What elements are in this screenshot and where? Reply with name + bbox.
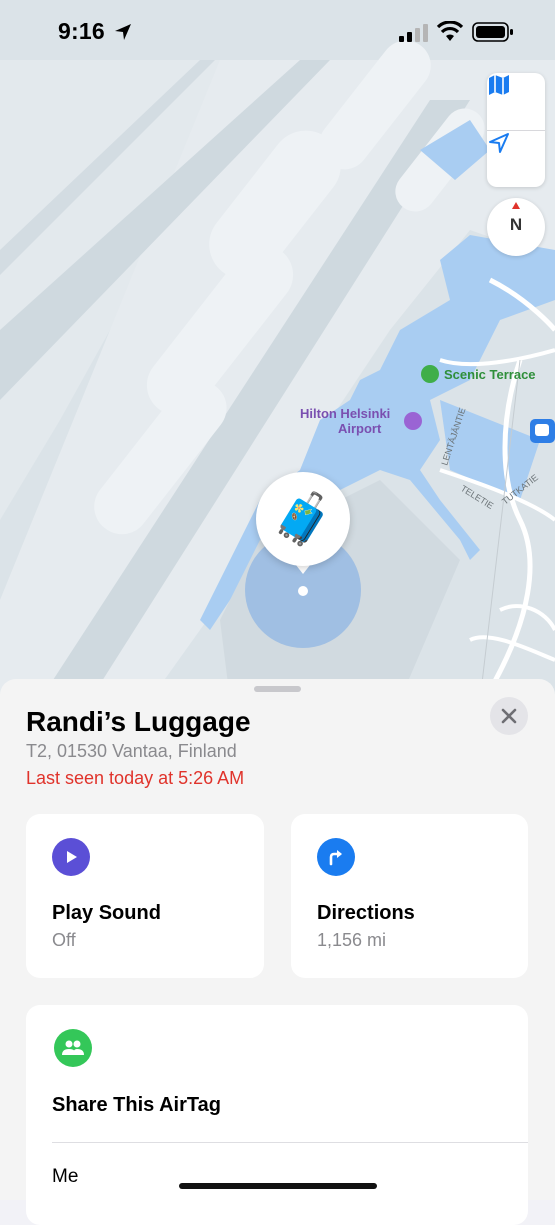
play-sound-label: Play Sound — [52, 902, 161, 924]
location-arrow-icon — [489, 133, 509, 153]
map-icon — [489, 75, 509, 95]
item-detail-sheet: Randi’s Luggage T2, 01530 Vantaa, Finlan… — [0, 679, 555, 1225]
play-sound-status: Off — [52, 930, 76, 950]
share-airtag-button[interactable]: Share This AirTag — [52, 1094, 221, 1117]
compass-north-tick — [512, 202, 520, 209]
people-icon — [54, 1029, 92, 1067]
poi-label-hilton[interactable]: Hilton Helsinki Airport — [300, 406, 390, 436]
item-address: T2, 01530 Vantaa, Finland — [26, 741, 237, 761]
shared-person-me[interactable]: Me — [52, 1166, 78, 1188]
luggage-icon: 🧳 — [271, 490, 335, 547]
share-airtag-card: Share This AirTag Me — [26, 1005, 528, 1225]
directions-button[interactable]: Directions 1,156 mi — [291, 814, 528, 978]
item-title: Randi’s Luggage — [26, 706, 251, 737]
luggage-pin[interactable]: 🧳 — [256, 472, 350, 566]
turn-right-icon — [317, 838, 355, 876]
battery-icon — [472, 22, 513, 42]
compass-label: N — [509, 215, 523, 234]
map-controls — [487, 73, 545, 187]
close-button[interactable] — [490, 697, 528, 735]
home-indicator[interactable] — [179, 1183, 377, 1189]
close-icon — [501, 708, 517, 724]
poi-label-hilton-line1: Hilton Helsinki — [300, 406, 391, 421]
directions-distance: 1,156 mi — [317, 930, 387, 950]
map-style-button[interactable] — [487, 73, 545, 130]
play-icon — [52, 838, 90, 876]
compass-button[interactable]: N — [487, 198, 545, 256]
directions-label: Directions — [317, 902, 415, 924]
last-seen-status: Last seen today at 5:26 AM — [26, 768, 245, 788]
share-divider — [52, 1142, 528, 1143]
location-services-icon — [115, 24, 131, 40]
status-bar: 9:16 — [0, 0, 555, 64]
status-time: 9:16 — [58, 18, 105, 44]
play-sound-button[interactable]: Play Sound Off — [26, 814, 264, 978]
sheet-grabber[interactable] — [254, 686, 301, 692]
map-view[interactable]: LENTÄJÄNTIE TELETIE TUTKATIE Scenic Terr… — [0, 0, 555, 700]
current-location-button[interactable] — [487, 131, 545, 188]
wifi-icon — [436, 21, 464, 41]
cellular-signal-icon — [399, 24, 428, 42]
location-dot — [298, 586, 308, 596]
poi-label-hilton-line2: Airport — [337, 421, 382, 436]
poi-label-scenic-terrace[interactable]: Scenic Terrace — [444, 367, 536, 382]
